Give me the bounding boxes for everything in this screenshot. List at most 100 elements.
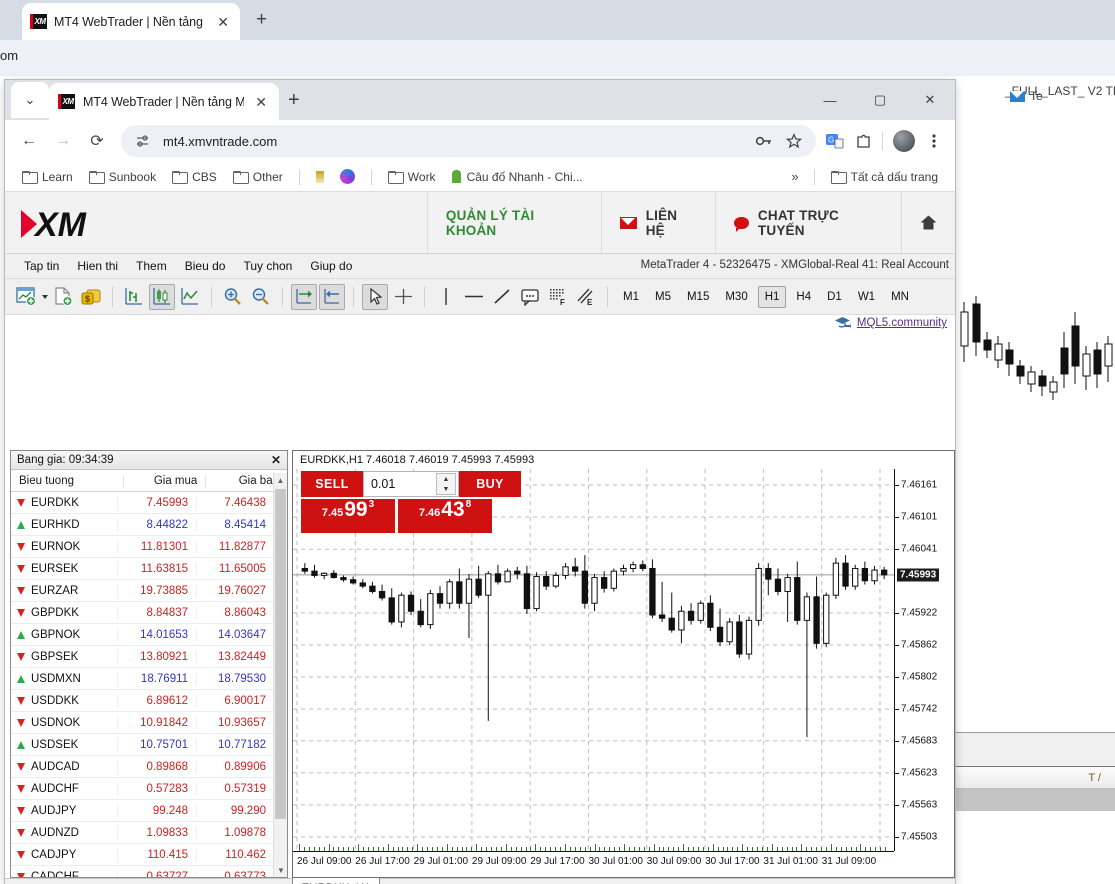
minimize-button[interactable]: — — [805, 80, 855, 120]
market-watch-row[interactable]: AUDJPY 99.248 99.290 — [11, 800, 274, 822]
trendline-button[interactable] — [489, 284, 515, 310]
market-watch-row[interactable]: USDSEK 10.75701 10.77182 — [11, 734, 274, 756]
bookmark-icon-only-1[interactable] — [309, 168, 331, 186]
equidistant-channel-button[interactable]: E — [573, 284, 599, 310]
bookmarks-overflow-button[interactable]: » — [785, 169, 804, 184]
market-watch-row[interactable]: GBPNOK 14.01653 14.03647 — [11, 624, 274, 646]
outer-bookmark-mail[interactable]: Te — [1010, 84, 1043, 108]
timeframe-h4[interactable]: H4 — [790, 286, 817, 308]
line-chart-button[interactable] — [177, 284, 203, 310]
cursor-button[interactable] — [362, 283, 388, 310]
window-close-button[interactable]: ✕ — [905, 80, 955, 120]
market-watch-row[interactable]: USDNOK 10.91842 10.93657 — [11, 712, 274, 734]
mql5-community-row[interactable]: MQL5.community — [834, 316, 947, 330]
site-settings-icon[interactable] — [133, 131, 153, 151]
maximize-button[interactable]: ▢ — [855, 80, 905, 120]
menu-giup-do[interactable]: Giup do — [301, 256, 361, 276]
menu-bieu-do[interactable]: Bieu do — [176, 256, 235, 276]
bookmark-other[interactable]: Other — [226, 167, 290, 187]
scroll-down-icon[interactable]: ▼ — [274, 863, 288, 877]
volume-input[interactable]: 0.01 ▲ ▼ — [363, 471, 459, 497]
extensions-icon[interactable] — [850, 128, 876, 154]
avatar[interactable] — [893, 130, 915, 152]
column-bid[interactable]: Gia mua — [122, 474, 206, 487]
bookmark-work[interactable]: Work — [381, 167, 443, 187]
buy-button[interactable]: BUY — [459, 471, 521, 497]
volume-stepper[interactable]: ▲ ▼ — [436, 473, 456, 495]
live-chat-link[interactable]: CHAT TRỰC TUYẾN — [714, 192, 901, 253]
market-watch-row[interactable]: GBPSEK 13.80921 13.82449 — [11, 646, 274, 668]
market-watch-row[interactable]: AUDNZD 1.09833 1.09878 — [11, 822, 274, 844]
forward-button[interactable]: → — [47, 125, 79, 157]
market-watch-row[interactable]: AUDCAD 0.89868 0.89906 — [11, 756, 274, 778]
market-watch-row[interactable]: EURZAR 19.73885 19.76027 — [11, 580, 274, 602]
bookmark-cau-do-nhanh[interactable]: Câu đố Nhanh - Chi... — [445, 167, 590, 187]
bookmark-cbs[interactable]: CBS — [165, 167, 224, 187]
market-watch-row[interactable]: CADJPY 110.415 110.462 — [11, 844, 274, 866]
xm-logo-wrapper[interactable]: XM — [5, 192, 427, 253]
market-watch-scrollbar[interactable]: ▲ ▼ — [273, 473, 287, 877]
timeframe-m5[interactable]: M5 — [649, 286, 677, 308]
timeframe-m1[interactable]: M1 — [617, 286, 645, 308]
autotrading-button[interactable]: $ — [78, 284, 104, 310]
password-key-icon[interactable] — [754, 131, 774, 151]
market-watch-row[interactable]: USDDKK 6.89612 6.90017 — [11, 690, 274, 712]
horizontal-line-button[interactable] — [461, 284, 487, 310]
stepper-down-icon[interactable]: ▼ — [437, 484, 455, 494]
chrome-menu-icon[interactable] — [921, 128, 947, 154]
mql5-community-link[interactable]: MQL5.community — [857, 317, 947, 329]
bookmark-sunbook[interactable]: Sunbook — [82, 167, 163, 187]
auto-scroll-button[interactable] — [291, 283, 317, 310]
market-watch-row[interactable]: EURSEK 11.63815 11.65005 — [11, 558, 274, 580]
back-button[interactable]: ← — [13, 125, 45, 157]
timeframe-m30[interactable]: M30 — [719, 286, 753, 308]
new-chart-button[interactable] — [13, 284, 39, 310]
outer-browser-tab[interactable]: XM MT4 WebTrader | Nền tảng MT4 ✕ — [22, 3, 240, 40]
vertical-line-button[interactable] — [433, 284, 459, 310]
crosshair-button[interactable] — [390, 284, 416, 310]
new-order-button[interactable] — [50, 284, 76, 310]
market-watch-row[interactable]: EURDKK 7.45993 7.46438 — [11, 492, 274, 514]
bar-chart-button[interactable] — [121, 284, 147, 310]
all-bookmarks-button[interactable]: Tất cả dấu trang — [824, 167, 945, 187]
address-bar[interactable]: mt4.xmvntrade.com — [121, 125, 816, 157]
menu-tap-tin[interactable]: Tap tin — [15, 256, 68, 276]
timeframe-h1[interactable]: H1 — [757, 285, 787, 308]
text-label-button[interactable] — [517, 284, 543, 310]
new-tab-button[interactable]: + — [256, 10, 267, 29]
menu-them[interactable]: Them — [127, 256, 176, 276]
new-tab-button[interactable]: + — [288, 90, 300, 110]
scroll-up-icon[interactable]: ▲ — [274, 473, 287, 487]
market-watch-row[interactable]: AUDCHF 0.57283 0.57319 — [11, 778, 274, 800]
candlestick-chart-button[interactable] — [149, 283, 175, 310]
translate-icon[interactable]: G — [822, 128, 848, 154]
browser-tab-mt4[interactable]: XM MT4 WebTrader | Nền tảng MT4 ✕ — [49, 83, 279, 120]
close-icon[interactable]: ✕ — [214, 13, 232, 31]
tab-search-button[interactable]: ⌄ — [11, 82, 49, 118]
chart-tab-eurdkk-h1[interactable]: EURDKK, H1 — [292, 878, 380, 884]
column-symbol[interactable]: Bieu tuong — [11, 475, 123, 487]
timeframe-w1[interactable]: W1 — [852, 286, 881, 308]
market-watch-row[interactable]: EURHKD 8.44822 8.45414 — [11, 514, 274, 536]
contact-link[interactable]: LIÊN HỆ — [600, 192, 715, 253]
fibonacci-button[interactable]: F — [545, 284, 571, 310]
timeframe-mn[interactable]: MN — [885, 286, 915, 308]
chart-shift-button[interactable] — [319, 283, 345, 310]
bookmark-star-icon[interactable] — [784, 131, 804, 151]
stepper-up-icon[interactable]: ▲ — [437, 474, 455, 484]
scrollbar-thumb[interactable] — [275, 489, 286, 819]
account-management-link[interactable]: QUẢN LÝ TÀI KHOẢN — [426, 192, 601, 253]
bookmark-learn[interactable]: Learn — [15, 167, 80, 187]
sell-price[interactable]: 7.45 99 3 — [301, 499, 395, 533]
timeframe-d1[interactable]: D1 — [821, 286, 848, 308]
market-watch-row[interactable]: CADCHF 0.63727 0.63773 — [11, 866, 274, 877]
menu-tuy-chon[interactable]: Tuy chon — [234, 256, 301, 276]
market-watch-row[interactable]: GBPDKK 8.84837 8.86043 — [11, 602, 274, 624]
zoom-in-button[interactable] — [220, 284, 246, 310]
price-axis[interactable]: 7.46161 7.46101 7.46041 7.45922 7.45862 7.458… — [894, 469, 954, 851]
market-watch-row[interactable]: USDMXN 18.76911 18.79530 — [11, 668, 274, 690]
sell-button[interactable]: SELL — [301, 471, 363, 497]
time-axis[interactable]: 26 Jul 09:00 26 Jul 17:00 29 Jul 01:00 29 J… — [293, 844, 894, 877]
timeframe-m15[interactable]: M15 — [681, 286, 715, 308]
buy-price[interactable]: 7.46 43 8 — [398, 499, 492, 533]
